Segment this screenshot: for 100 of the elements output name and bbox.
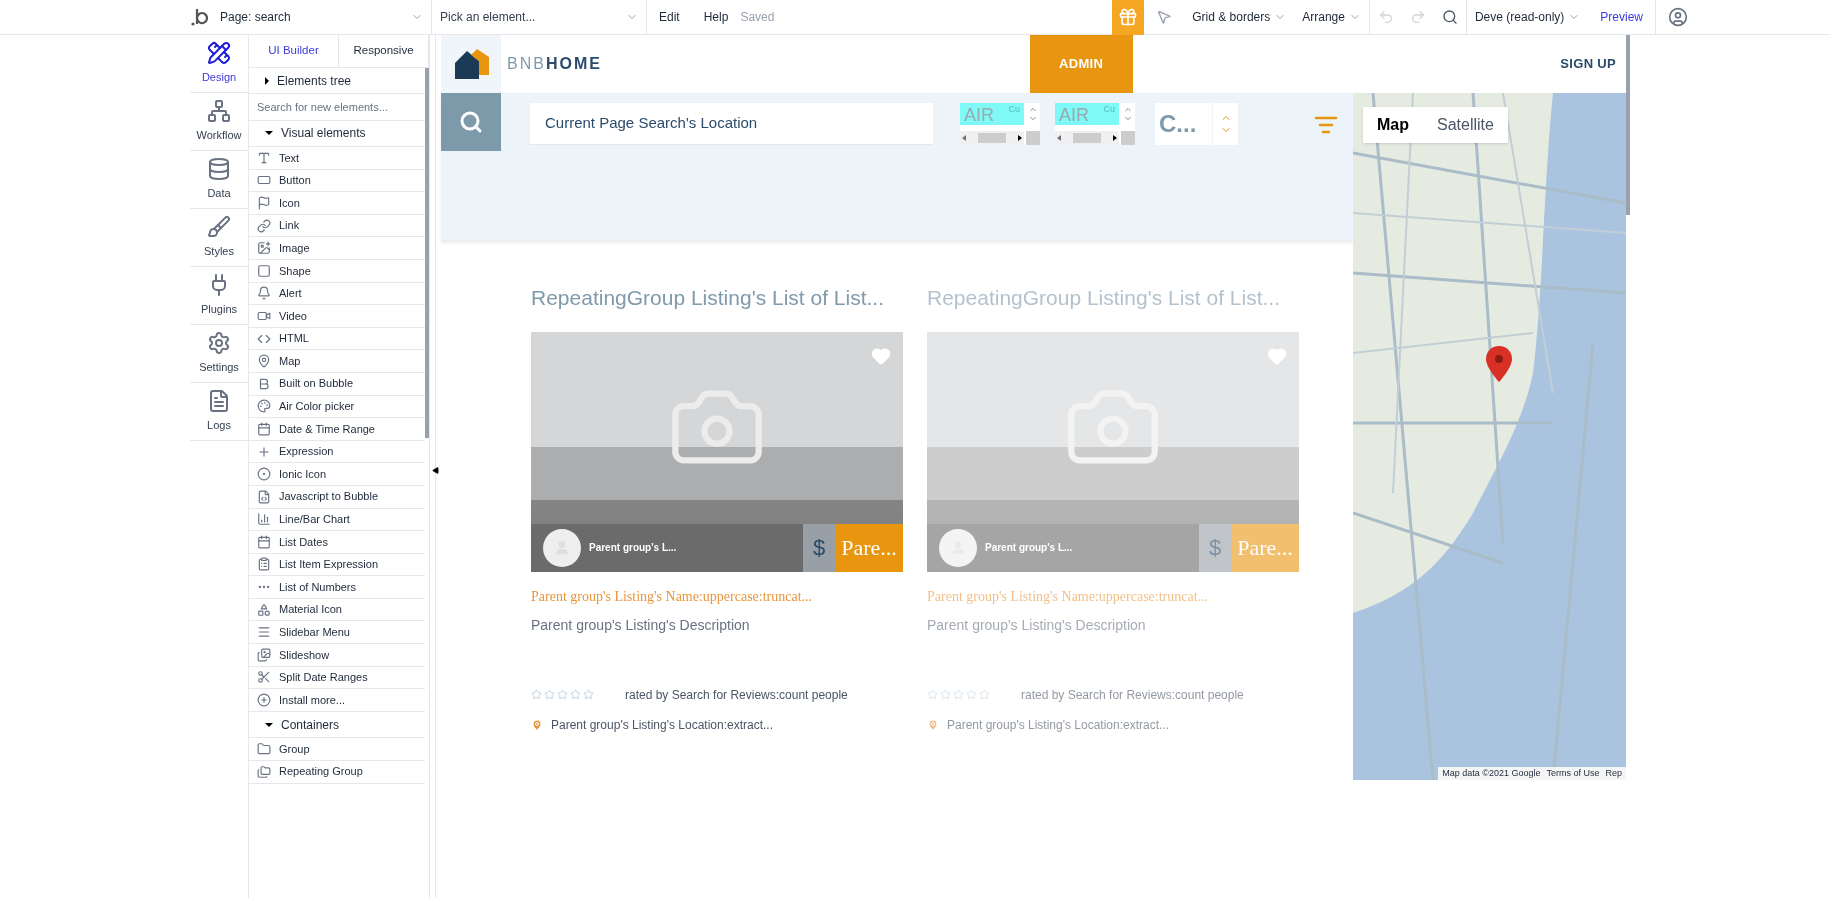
- element-item[interactable]: Text: [249, 147, 425, 170]
- element-item[interactable]: Split Date Ranges: [249, 666, 425, 690]
- page-selector[interactable]: Page: search: [212, 0, 432, 35]
- element-picker[interactable]: Pick an element...: [432, 0, 647, 35]
- location-text: Parent group's Listing's Location:extract...: [947, 716, 1170, 734]
- element-item[interactable]: List Item Expression: [249, 553, 425, 577]
- element-item[interactable]: Slideshow: [249, 644, 425, 667]
- avatar-icon: [939, 528, 977, 567]
- sidebar-tab-icon: [207, 157, 231, 182]
- horizontal-scrollbar[interactable]: [960, 131, 1024, 145]
- input-text: AIR: [1059, 105, 1089, 125]
- panel-tab[interactable]: Responsive: [339, 35, 429, 67]
- element-item[interactable]: Shape: [249, 259, 425, 283]
- location-text: Parent group's Listing's Location:extract...: [551, 716, 774, 734]
- listing-description: Parent group's Listing's Description: [531, 615, 751, 635]
- search-button[interactable]: [441, 93, 501, 151]
- sidebar-tab-icon: [207, 389, 231, 414]
- sidebar-tab-icon: [207, 41, 231, 66]
- host-name: Parent group's L...: [589, 541, 677, 555]
- map-drawing[interactable]: [1353, 93, 1626, 780]
- heart-icon[interactable]: [1267, 345, 1287, 366]
- element-item[interactable]: Map: [249, 350, 425, 373]
- account-icon[interactable]: [1668, 7, 1688, 27]
- element-item[interactable]: Image: [249, 237, 425, 260]
- star-icon: [953, 689, 964, 700]
- preview-link[interactable]: Preview: [1588, 0, 1656, 35]
- element-item[interactable]: Link: [249, 214, 425, 238]
- redo-icon[interactable]: [1409, 9, 1426, 25]
- element-search-field[interactable]: Search for new elements...: [249, 94, 425, 121]
- star-icon: [557, 689, 568, 700]
- element-item[interactable]: Slidebar Menu: [249, 621, 425, 645]
- canvas-scrollbar[interactable]: [1626, 35, 1630, 215]
- save-status: Saved: [740, 9, 775, 26]
- element-item[interactable]: Video: [249, 305, 425, 328]
- arrange-menu[interactable]: Arrange: [1294, 0, 1370, 35]
- spinner-icon[interactable]: [1123, 105, 1133, 123]
- pointer-icon[interactable]: [1156, 9, 1173, 25]
- element-type-icon: [257, 489, 271, 504]
- section-header[interactable]: Containers: [249, 711, 425, 739]
- element-type-icon: [257, 693, 271, 708]
- element-type-icon: [257, 557, 271, 572]
- map-type-tab[interactable]: Satellite: [1423, 107, 1508, 143]
- element-type-icon: [257, 376, 271, 391]
- element-type-icon: [257, 218, 271, 233]
- map-attribution[interactable]: Terms of Use: [1546, 766, 1600, 780]
- element-item[interactable]: Install more...: [249, 689, 425, 712]
- element-item[interactable]: Air Color picker: [249, 395, 425, 419]
- element-item[interactable]: Alert: [249, 282, 425, 306]
- element-item[interactable]: Repeating Group: [249, 760, 425, 784]
- map-attribution[interactable]: Rep: [1605, 766, 1622, 780]
- star-icon: [940, 689, 951, 700]
- menu-item[interactable]: Edit: [647, 8, 692, 26]
- listing-description: Parent group's Listing's Description: [927, 615, 1147, 635]
- element-item[interactable]: Material Icon: [249, 598, 425, 622]
- sign-up-link[interactable]: SIGN UP: [1560, 54, 1616, 74]
- brand-name: BNB HOME: [507, 54, 602, 74]
- horizontal-scrollbar[interactable]: [1055, 131, 1119, 145]
- element-item[interactable]: Ionic Icon: [249, 463, 425, 486]
- element-item[interactable]: Expression: [249, 440, 425, 464]
- rating-text: rated by Search for Reviews:count people: [625, 686, 848, 704]
- element-type-icon: [257, 263, 271, 278]
- element-item[interactable]: List Dates: [249, 531, 425, 554]
- undo-icon[interactable]: [1377, 9, 1394, 25]
- location-field[interactable]: Current Page Search's Location: [530, 103, 933, 145]
- menu-item[interactable]: Help: [691, 8, 741, 26]
- price-label: Pare...: [835, 523, 903, 572]
- grid-borders-menu[interactable]: Grid & borders: [1184, 8, 1295, 26]
- element-type-icon: [257, 742, 271, 757]
- element-item[interactable]: Built on Bubble: [249, 372, 425, 396]
- star-icon: [966, 689, 977, 700]
- heart-icon[interactable]: [871, 345, 891, 366]
- sidebar-tab-icon: [207, 99, 231, 124]
- price-label: Pare...: [1231, 523, 1299, 572]
- search-icon[interactable]: [1441, 9, 1458, 25]
- panel-tab[interactable]: UI Builder: [249, 35, 339, 67]
- element-type-icon: [257, 150, 271, 165]
- gift-button[interactable]: [1112, 0, 1145, 35]
- scrollbar[interactable]: [425, 68, 429, 438]
- element-item[interactable]: Group: [249, 738, 425, 761]
- element-item[interactable]: Javascript to Bubble: [249, 485, 425, 509]
- element-item[interactable]: Icon: [249, 192, 425, 215]
- sidebar-tab-icon: [207, 215, 231, 240]
- element-type-icon: [257, 467, 271, 482]
- collapse-icon[interactable]: [432, 467, 439, 474]
- listing-title: RepeatingGroup Listing's List of List...: [531, 285, 886, 311]
- element-item[interactable]: Date & Time Range: [249, 418, 425, 441]
- user-menu[interactable]: Deve (read-only): [1465, 0, 1589, 35]
- star-icon: [979, 689, 990, 700]
- map-type-tab[interactable]: Map: [1363, 107, 1423, 143]
- star-icon: [544, 689, 555, 700]
- element-type-icon: [257, 421, 271, 436]
- star-icon: [570, 689, 581, 700]
- element-item[interactable]: List of Numbers: [249, 576, 425, 599]
- listing-name: Parent group's Listing's Name:uppercase:truncat...: [927, 587, 1210, 606]
- logo-icon[interactable]: [190, 7, 208, 27]
- element-type-icon: [257, 764, 271, 779]
- listing-title: RepeatingGroup Listing's List of List...: [927, 285, 1282, 311]
- element-item[interactable]: Line/Bar Chart: [249, 508, 425, 532]
- spinner-icon[interactable]: [1028, 105, 1038, 123]
- element-type-icon: [257, 196, 271, 210]
